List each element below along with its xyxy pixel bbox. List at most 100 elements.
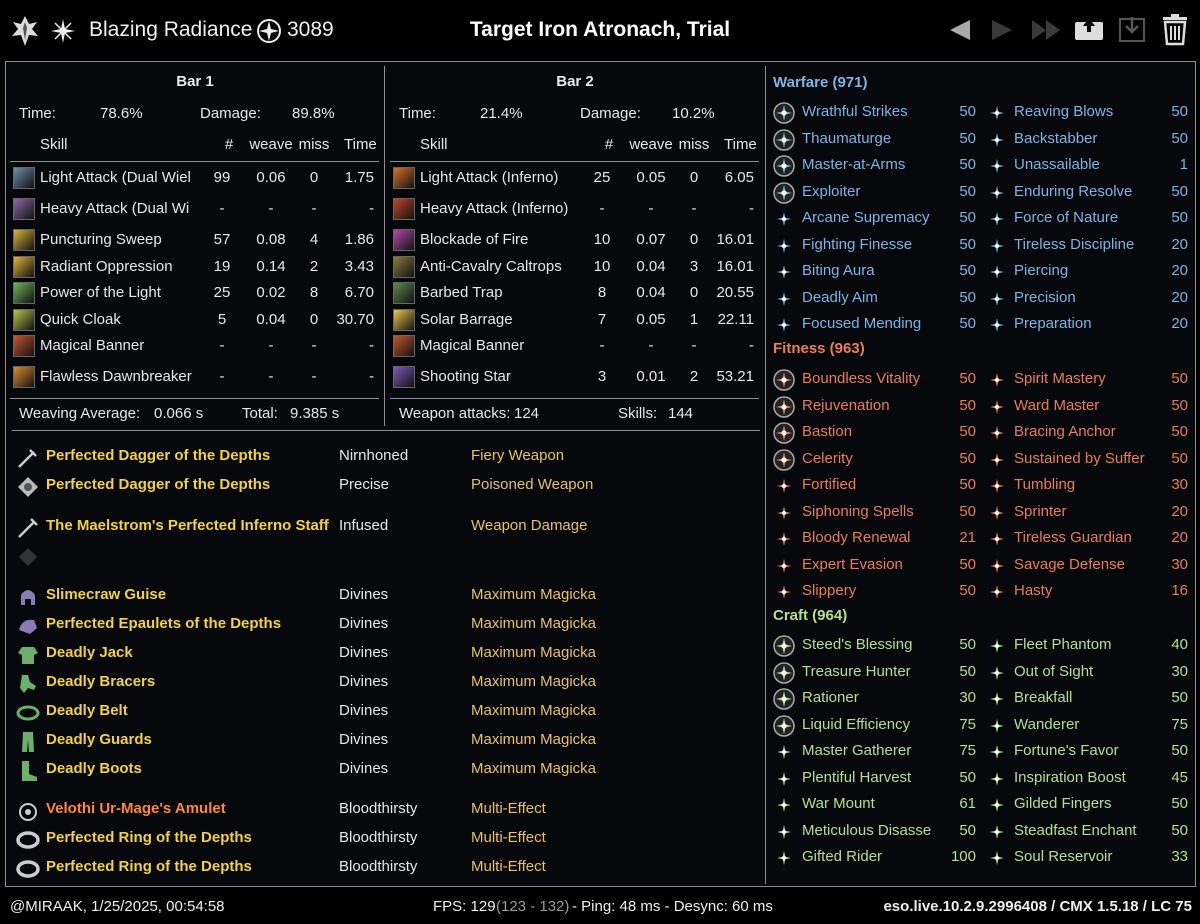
- cp-star-name: Rejuvenation: [802, 396, 890, 414]
- star-icon: [773, 208, 795, 235]
- cp-star-name: Treasure Hunter: [802, 662, 911, 680]
- skill-icon: [13, 167, 35, 189]
- gear-name[interactable]: The Maelstrom's Perfected Inferno Staff: [46, 517, 329, 534]
- star-icon: [986, 768, 1008, 795]
- gear-name[interactable]: Deadly Guards: [46, 731, 152, 748]
- cp-star-name: Exploiter: [802, 182, 861, 200]
- gear-name[interactable]: Deadly Boots: [46, 760, 142, 777]
- cp-star-name: Master Gatherer: [802, 742, 912, 759]
- ping-desync: - Ping: 48 ms - Desync: 60 ms: [572, 898, 773, 915]
- gear-trait: Nirnhoned: [339, 447, 409, 464]
- cp-star-value: 50: [959, 555, 976, 573]
- skill-weave: -: [268, 200, 274, 217]
- skill-time: 30.70: [336, 311, 374, 328]
- save-icon[interactable]: [1117, 14, 1147, 44]
- ring-icon: [16, 857, 40, 881]
- star-icon: [986, 208, 1008, 235]
- star-icon: [986, 688, 1008, 715]
- skill-icon: [13, 282, 35, 304]
- next-fight-button[interactable]: [990, 18, 1014, 42]
- skill-casts: 7: [597, 311, 607, 328]
- upload-icon[interactable]: [1073, 14, 1105, 42]
- cp-star-value: 50: [959, 315, 976, 332]
- gear-enchant: Weapon Damage: [471, 517, 588, 534]
- gear-name[interactable]: Deadly Bracers: [46, 673, 155, 690]
- gear-name[interactable]: Velothi Ur-Mage's Amulet: [46, 800, 226, 817]
- cp-star-name: Soul Reservoir: [1014, 848, 1113, 865]
- delete-icon[interactable]: [1160, 12, 1190, 46]
- previous-fight-button[interactable]: [948, 18, 972, 42]
- bar-title: Bar 1: [176, 73, 214, 90]
- gear-name[interactable]: Deadly Belt: [46, 702, 128, 719]
- cp-star-name: Sustained by Suffer: [1014, 449, 1145, 467]
- skill-time: 6.70: [344, 284, 374, 301]
- gear-enchant: Maximum Magicka: [471, 673, 597, 690]
- cp-star-value: 20: [1171, 529, 1188, 546]
- cp-star-name: Meticulous Disasse: [802, 821, 932, 839]
- skill-weave: 0.04: [636, 284, 666, 301]
- column-header: miss: [298, 136, 330, 153]
- skill-miss: 0: [689, 169, 699, 186]
- cp-section-title: Fitness (963): [773, 340, 865, 357]
- skill-weave: -: [268, 337, 274, 354]
- gear-name[interactable]: Perfected Dagger of the Depths: [46, 447, 270, 464]
- star-icon: [773, 502, 795, 529]
- column-header: Skill: [40, 136, 68, 153]
- cp-star-name: Rationer: [802, 689, 859, 706]
- gear-name[interactable]: Slimecraw Guise: [46, 586, 166, 603]
- gear-trait: Divines: [339, 760, 389, 777]
- star-icon: [986, 314, 1008, 341]
- skill-icon: [13, 335, 35, 357]
- skill-weave: 0.08: [256, 231, 286, 248]
- cp-star-value: 50: [959, 476, 976, 493]
- skill-weave: 0.02: [256, 284, 286, 301]
- cp-star-value: 45: [1171, 768, 1188, 786]
- cp-star-value: 75: [959, 715, 976, 733]
- skill-name: Flawless Dawnbreaker: [40, 368, 192, 385]
- column-header: weave: [629, 136, 673, 153]
- cp-star-name: Gifted Rider: [802, 848, 883, 865]
- cp-star-name: Boundless Vitality: [802, 370, 921, 387]
- empty-slot-icon: [16, 545, 40, 569]
- gear-name[interactable]: Perfected Ring of the Depths: [46, 858, 252, 875]
- star-icon: [986, 449, 1008, 476]
- gear-name[interactable]: Perfected Ring of the Depths: [46, 829, 252, 846]
- gear-name[interactable]: Perfected Epaulets of the Depths: [46, 615, 281, 632]
- star-icon: [773, 847, 795, 874]
- cp-star-name: Fortune's Favor: [1014, 742, 1119, 759]
- gear-enchant: Multi-Effect: [471, 829, 546, 846]
- skill-name: Puncturing Sweep: [40, 231, 162, 248]
- gear-enchant: Maximum Magicka: [471, 644, 597, 661]
- skill-time: 53.21: [716, 368, 754, 385]
- cp-star-value: 20: [1171, 288, 1188, 306]
- gear-name[interactable]: Deadly Jack: [46, 644, 133, 661]
- skill-weave: 0.14: [256, 258, 286, 275]
- last-fight-button[interactable]: [1030, 18, 1064, 42]
- cp-star-value: 50: [959, 449, 976, 467]
- page-title: Target Iron Atronach, Trial: [469, 18, 731, 41]
- star-icon: [986, 235, 1008, 262]
- gear-name[interactable]: Perfected Dagger of the Depths: [46, 476, 270, 493]
- skill-miss: 1: [689, 311, 699, 328]
- cp-star-value: 50: [1171, 396, 1188, 414]
- skill-casts: -: [599, 337, 605, 354]
- cp-star-name: Tireless Guardian: [1014, 529, 1132, 546]
- belt-icon: [16, 701, 40, 725]
- skill-weave: 0.04: [636, 258, 666, 275]
- summary-right-value: 144: [668, 405, 694, 422]
- skill-time: 22.11: [717, 311, 754, 328]
- cp-star-value: 1: [1179, 156, 1188, 173]
- helmet-icon: [16, 585, 40, 609]
- gear-enchant: Poisoned Weapon: [471, 476, 594, 493]
- cp-star-name: Liquid Efficiency: [802, 715, 911, 733]
- cp-star-value: 50: [959, 370, 976, 387]
- skill-weave: -: [268, 368, 274, 385]
- skill-miss: 0: [309, 169, 319, 186]
- cp-star-name: Plentiful Harvest: [802, 768, 912, 786]
- damage-label: Damage:: [580, 105, 641, 122]
- star-icon: [773, 741, 795, 768]
- summary-left-label: Weapon attacks:: [399, 405, 511, 422]
- cp-star-value: 16: [1171, 582, 1188, 599]
- star-icon: [773, 794, 795, 821]
- skill-miss: 2: [309, 258, 319, 275]
